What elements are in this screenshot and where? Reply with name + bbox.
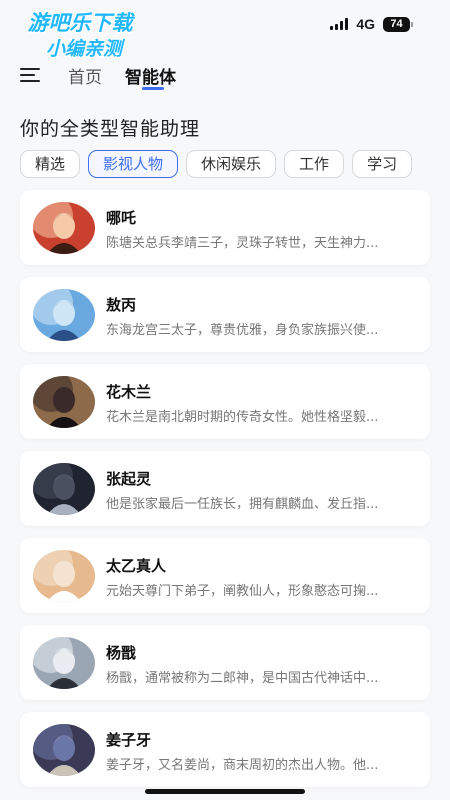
agent-description: 陈塘关总兵李靖三子，灵珠子转世，天生神力... — [106, 236, 379, 251]
agent-card[interactable]: 杨戬杨戬，通常被称为二郎神，是中国古代神话中... — [20, 625, 430, 700]
signal-icon — [330, 18, 349, 30]
agent-card[interactable]: 姜子牙姜子牙，又名姜尚，商末周初的杰出人物。他... — [20, 712, 430, 787]
agent-card[interactable]: 太乙真人元始天尊门下弟子，阐教仙人，形象憨态可掬... — [20, 538, 430, 613]
category-tabs: 精选 影视人物 休闲娱乐 工作 学习 — [20, 150, 450, 180]
category-chip[interactable]: 休闲娱乐 — [186, 150, 277, 178]
mulan-avatar — [33, 376, 95, 428]
aobing-avatar — [33, 289, 95, 341]
status-bar: 游吧乐下载 小编亲测 4G 74 — [0, 0, 450, 60]
agent-description: 东海龙宫三太子，尊贵优雅，身负家族振兴使... — [106, 323, 379, 338]
watermark-line1: 游吧乐下载 — [27, 11, 133, 35]
agent-name: 杨戬 — [106, 644, 137, 662]
nezha-avatar — [33, 202, 95, 254]
agent-card[interactable]: 张起灵他是张家最后一任族长，拥有麒麟血、发丘指... — [20, 451, 430, 526]
agent-description: 元始天尊门下弟子，阐教仙人，形象憨态可掬... — [106, 584, 379, 599]
active-tab-indicator — [142, 87, 164, 90]
status-indicators: 4G 74 — [330, 16, 413, 32]
category-chip[interactable]: 影视人物 — [88, 150, 179, 178]
agent-card[interactable]: 哪吒陈塘关总兵李靖三子，灵珠子转世，天生神力... — [20, 190, 430, 265]
agent-name: 姜子牙 — [106, 731, 152, 749]
agent-description: 姜子牙，又名姜尚，商末周初的杰出人物。他... — [106, 758, 379, 773]
tab-agents[interactable]: 智能体 — [125, 63, 176, 88]
agent-card[interactable]: 花木兰花木兰是南北朝时期的传奇女性。她性格坚毅... — [20, 364, 430, 439]
menu-icon[interactable] — [20, 67, 40, 83]
network-type: 4G — [356, 16, 375, 32]
taiyi-avatar — [33, 550, 95, 602]
agent-name: 敖丙 — [106, 296, 137, 314]
agent-list: 哪吒陈塘关总兵李靖三子，灵珠子转世，天生神力... 敖丙东海龙宫三太子，尊贵优雅，… — [20, 190, 430, 799]
agent-name: 花木兰 — [106, 383, 152, 401]
category-chip[interactable]: 工作 — [284, 150, 345, 178]
zhangqiling-avatar — [33, 463, 95, 515]
agent-description: 花木兰是南北朝时期的传奇女性。她性格坚毅... — [106, 410, 379, 425]
agent-name: 太乙真人 — [106, 557, 167, 575]
home-indicator — [145, 789, 305, 794]
page-title: 你的全类型智能助理 — [20, 118, 201, 140]
yangjian-avatar — [33, 637, 95, 689]
agent-card[interactable]: 敖丙东海龙宫三太子，尊贵优雅，身负家族振兴使... — [20, 277, 430, 352]
tab-home[interactable]: 首页 — [68, 63, 102, 88]
jiangziya-avatar — [33, 724, 95, 776]
category-chip[interactable]: 学习 — [352, 150, 413, 178]
agent-description: 杨戬，通常被称为二郎神，是中国古代神话中... — [106, 671, 379, 686]
watermark-logo: 游吧乐下载 小编亲测 — [10, 10, 150, 62]
top-nav: 首页 智能体 — [0, 58, 450, 92]
agent-name: 张起灵 — [106, 470, 152, 488]
battery-icon: 74 — [383, 16, 413, 32]
agent-description: 他是张家最后一任族长，拥有麒麟血、发丘指... — [106, 497, 379, 512]
agent-name: 哪吒 — [106, 209, 137, 227]
category-chip[interactable]: 精选 — [20, 150, 81, 178]
